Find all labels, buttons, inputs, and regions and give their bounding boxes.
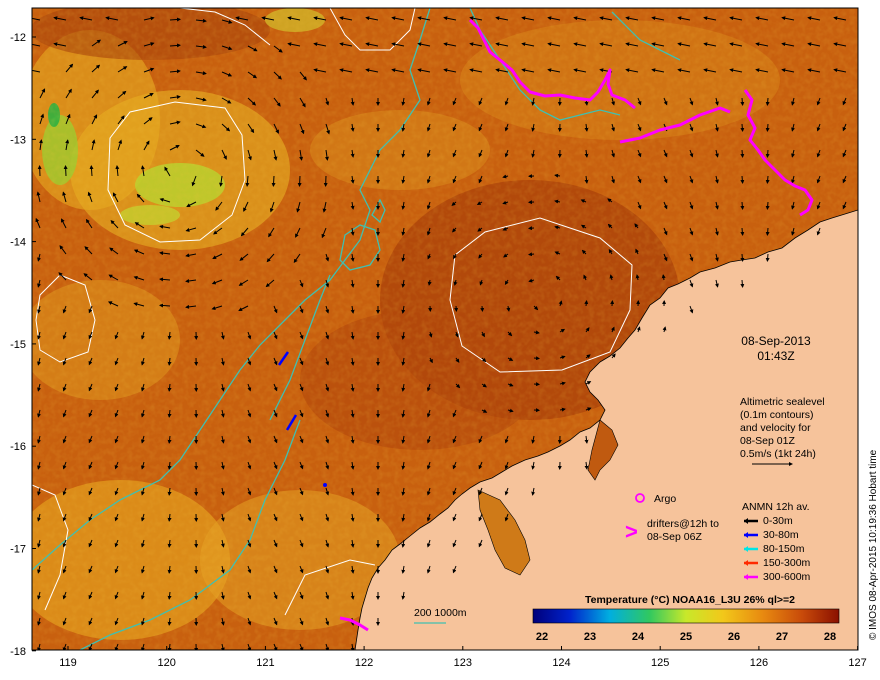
sealevel-note-line: (0.1m contours) [740, 409, 814, 421]
colorbar-title: Temperature (°C) NOAA16_L3U 26% ql>=2 [585, 594, 795, 606]
credit-text: © IMOS 08-Apr-2015 10:19:36 Hobart time [868, 449, 879, 640]
velocity-arrow [63, 165, 68, 177]
lon-tick-label: 126 [750, 657, 768, 669]
lat-tick-label: -13 [10, 134, 26, 146]
colorbar-tick-label: 23 [584, 631, 596, 643]
lon-tick-label: 127 [848, 657, 866, 669]
velocity-arrow [765, 123, 770, 132]
anmn-legend-title: ANMN 12h av. [742, 501, 810, 513]
velocity-arrow [765, 97, 770, 106]
lat-tick-label: -17 [10, 544, 26, 556]
anmn-legend-label: 300-600m [763, 571, 811, 583]
velocity-arrow [271, 175, 276, 187]
lon-tick-label: 121 [256, 657, 274, 669]
velocity-arrow [740, 149, 745, 158]
lat-tick-label: -12 [10, 32, 26, 44]
lon-tick-label: 122 [355, 657, 373, 669]
map-time: 01:43Z [757, 349, 794, 363]
velocity-arrow [765, 227, 770, 236]
velocity-arrow [765, 201, 770, 210]
lon-tick-label: 120 [158, 657, 176, 669]
colorbar-tick-label: 26 [728, 631, 740, 643]
colorbar-tick-label: 22 [536, 631, 548, 643]
isobath-legend-label: 200 1000m [414, 607, 467, 619]
velocity-arrow [480, 305, 485, 312]
sealevel-note-line: 0.5m/s (1kt 24h) [740, 448, 816, 460]
velocity-arrow [740, 123, 745, 132]
velocity-arrow [89, 165, 94, 177]
anmn-legend-label: 0-30m [763, 515, 793, 527]
velocity-arrow [169, 17, 181, 22]
velocity-arrow [740, 97, 745, 106]
lon-tick-label: 119 [59, 657, 77, 669]
colorbar-tick-label: 24 [632, 631, 645, 643]
velocity-arrow [765, 149, 770, 158]
lat-tick-label: -18 [10, 646, 26, 658]
drifter-legend-icon: > [625, 519, 638, 544]
anmn-legend-label: 80-150m [763, 543, 805, 555]
lon-tick-label: 125 [651, 657, 669, 669]
sst-map: -12 -13 -14 -15 -16 -17 -18 119 120 121 122 123 124… [10, 7, 879, 669]
velocity-arrow [740, 227, 745, 236]
velocity-arrow [740, 201, 745, 210]
velocity-arrow [740, 175, 745, 184]
velocity-arrow [765, 175, 770, 184]
velocity-arrow [765, 253, 770, 262]
velocity-arrow [740, 279, 745, 288]
velocity-arrow [533, 356, 540, 361]
velocity-arrow [297, 175, 302, 187]
colorbar [532, 608, 840, 624]
anmn-legend-label: 30-80m [763, 529, 799, 541]
sealevel-note-line: and velocity for [740, 422, 811, 434]
velocity-arrow [740, 253, 745, 262]
sealevel-note-line: Altimetric sealevel [740, 396, 825, 408]
lat-tick-label: -14 [10, 237, 26, 249]
velocity-arrow [584, 300, 589, 307]
velocity-arrow [159, 303, 171, 308]
velocity-arrow [528, 252, 535, 257]
lon-tick-label: 124 [552, 657, 570, 669]
colorbar-tick-label: 27 [776, 631, 788, 643]
drifters-label-line: drifters@12h to [647, 518, 719, 530]
lat-tick-label: -15 [10, 339, 26, 351]
colorbar-tick-label: 28 [824, 631, 836, 643]
colorbar-tick-label: 25 [680, 631, 692, 643]
sealevel-note-line: 08-Sep 01Z [740, 435, 795, 447]
lon-tick-label: 123 [454, 657, 472, 669]
anmn-legend-label: 150-300m [763, 557, 811, 569]
lat-tick-label: -16 [10, 441, 26, 453]
map-date: 08-Sep-2013 [741, 334, 811, 348]
argo-label: Argo [654, 493, 676, 505]
drifters-label-line: 08-Sep 06Z [647, 531, 702, 543]
